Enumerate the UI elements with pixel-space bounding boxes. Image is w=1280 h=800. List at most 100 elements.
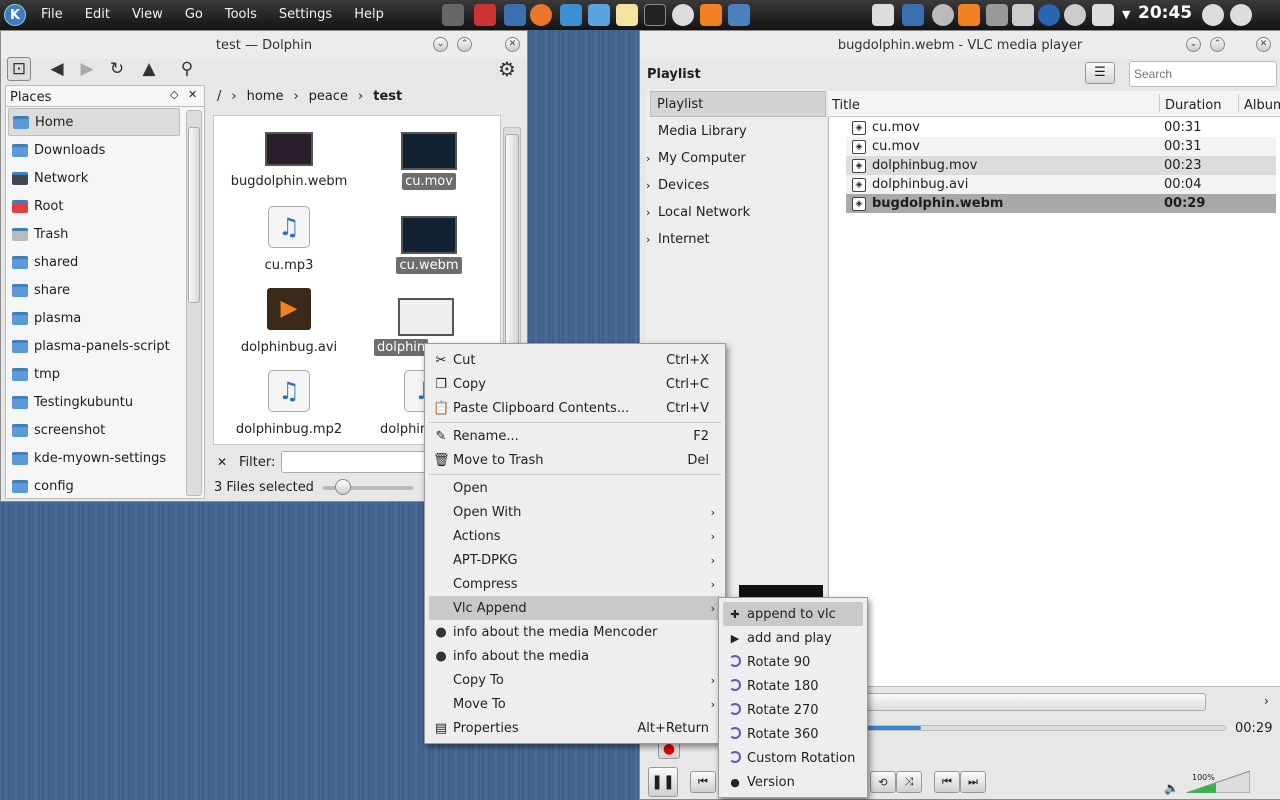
column-duration[interactable]: Duration bbox=[1165, 98, 1221, 113]
menu-tools[interactable]: Tools bbox=[214, 0, 268, 30]
skip-back-icon[interactable]: ⏮ bbox=[934, 771, 960, 793]
forward-icon[interactable]: ▶ bbox=[75, 57, 99, 81]
terminal-icon[interactable] bbox=[644, 4, 666, 26]
sidebar-item-downloads[interactable]: Downloads bbox=[8, 136, 180, 164]
sidebar-item-internet[interactable]: › Internet bbox=[646, 226, 822, 252]
vlc-tray-icon[interactable] bbox=[958, 4, 980, 26]
submenu-item-rotate-360[interactable]: Rotate 360 bbox=[723, 722, 863, 746]
kde-app-icon[interactable] bbox=[560, 4, 582, 26]
firefox-icon[interactable] bbox=[530, 4, 552, 26]
task-manager-icon[interactable] bbox=[902, 4, 924, 26]
usb-icon[interactable] bbox=[1064, 4, 1086, 26]
close-button[interactable]: ✕ bbox=[1256, 37, 1271, 52]
horizontal-scrollbar[interactable] bbox=[862, 693, 1206, 711]
context-menu-item-compress[interactable]: Compress › bbox=[429, 572, 721, 596]
context-menu-item-vlc-append[interactable]: Vlc Append › bbox=[429, 596, 721, 620]
breadcrumb-peace[interactable]: peace bbox=[309, 89, 348, 104]
places-scrollbar[interactable] bbox=[186, 110, 202, 496]
menu-edit[interactable]: Edit bbox=[74, 0, 121, 30]
back-icon[interactable]: ◀ bbox=[45, 57, 69, 81]
submenu-item-rotate-270[interactable]: Rotate 270 bbox=[723, 698, 863, 722]
context-menu-item-rename[interactable]: ✎ Rename... F2 bbox=[429, 424, 721, 448]
dolphin-titlebar[interactable]: test — Dolphin ⌄ ⌃ ✕ bbox=[1, 31, 527, 59]
file-item[interactable]: ▶ dolphinbug.avi bbox=[214, 288, 364, 355]
submenu-item-rotate-90[interactable]: Rotate 90 bbox=[723, 650, 863, 674]
maximize-button[interactable]: ⌃ bbox=[1210, 37, 1225, 52]
speaker-icon[interactable]: 🔈 bbox=[1164, 781, 1179, 795]
context-menu-item-move-to-trash[interactable]: 🗑 Move to Trash Del bbox=[429, 448, 721, 472]
submenu-item-add-and-play[interactable]: ▶ add and play bbox=[723, 626, 863, 650]
sidebar-item-plasma[interactable]: plasma bbox=[8, 304, 180, 332]
kde-menu-button[interactable]: K bbox=[0, 0, 30, 30]
table-row[interactable]: ◈ cu.mov 00:31 bbox=[846, 137, 1276, 156]
menu-settings[interactable]: Settings bbox=[268, 0, 343, 30]
sidebar-item-shared[interactable]: shared bbox=[8, 248, 180, 276]
context-menu-item-copy[interactable]: ❐ Copy Ctrl+C bbox=[429, 372, 721, 396]
menu-file[interactable]: File bbox=[30, 0, 74, 30]
menu-go[interactable]: Go bbox=[174, 0, 214, 30]
vlc-titlebar[interactable]: bugdolphin.webm - VLC media player ⌄ ⌃ ✕ bbox=[640, 31, 1280, 59]
sidebar-item-network[interactable]: Network bbox=[8, 164, 180, 192]
monitor-icon[interactable] bbox=[1012, 4, 1034, 26]
sidebar-item-share[interactable]: share bbox=[8, 276, 180, 304]
places-close-icon[interactable]: ✕ bbox=[188, 88, 197, 101]
sidebar-item-playlist[interactable]: Playlist bbox=[650, 91, 826, 117]
sidebar-item-plasma-panels-script[interactable]: plasma-panels-script bbox=[8, 332, 180, 360]
notes-icon[interactable] bbox=[616, 4, 638, 26]
skip-forward-icon[interactable]: ⏭ bbox=[960, 771, 986, 793]
submenu-item-version[interactable]: ● Version bbox=[723, 770, 863, 794]
minimize-button[interactable]: ⌄ bbox=[433, 37, 448, 52]
playlist-view-menu-icon[interactable]: ☰ bbox=[1085, 62, 1115, 84]
table-row[interactable]: ◈ cu.mov 00:31 bbox=[846, 118, 1276, 137]
tools-icon[interactable] bbox=[728, 4, 750, 26]
volume-tray-icon[interactable] bbox=[986, 4, 1008, 26]
column-title[interactable]: Title bbox=[832, 98, 860, 113]
table-row[interactable]: ◈ dolphinbug.mov 00:23 bbox=[846, 156, 1276, 175]
gear-icon[interactable]: ⚙ bbox=[495, 57, 519, 81]
dolphin-icon[interactable] bbox=[588, 4, 610, 26]
sidebar-item-home[interactable]: Home bbox=[8, 108, 180, 136]
sidebar-item-trash[interactable]: Trash bbox=[8, 220, 180, 248]
sidebar-item-devices[interactable]: › Devices bbox=[646, 172, 822, 198]
zoom-slider-handle[interactable] bbox=[335, 479, 351, 495]
battery-icon[interactable] bbox=[1092, 4, 1114, 26]
submenu-item-rotate-180[interactable]: Rotate 180 bbox=[723, 674, 863, 698]
reload-icon[interactable]: ↻ bbox=[105, 57, 129, 81]
power-icon[interactable] bbox=[1230, 4, 1252, 26]
device-icon[interactable] bbox=[442, 4, 464, 26]
context-menu-item-open[interactable]: Open bbox=[429, 476, 721, 500]
submenu-item-custom-rotation[interactable]: Custom Rotation bbox=[723, 746, 863, 770]
sidebar-item-root[interactable]: Root bbox=[8, 192, 180, 220]
sidebar-item-media-library[interactable]: Media Library bbox=[656, 118, 832, 144]
search-icon[interactable]: ⚲ bbox=[175, 57, 199, 81]
sidebar-item-kde-myown-settings[interactable]: kde-myown-settings bbox=[8, 444, 180, 472]
previous-icon[interactable]: ⏮ bbox=[690, 771, 716, 793]
filter-input[interactable] bbox=[281, 451, 431, 473]
recycle-icon[interactable] bbox=[872, 4, 894, 26]
context-menu-item-apt-dpkg[interactable]: APT-DPKG › bbox=[429, 548, 721, 572]
places-float-icon[interactable]: ◇ bbox=[170, 88, 178, 101]
sidebar-item-local-network[interactable]: › Local Network bbox=[646, 199, 822, 225]
submenu-item-append-to-vlc[interactable]: ✚ append to vlc bbox=[723, 602, 863, 626]
clock[interactable]: 20:45 bbox=[1138, 3, 1192, 23]
context-menu-item-copy-to[interactable]: Copy To › bbox=[429, 668, 721, 692]
menu-help[interactable]: Help bbox=[343, 0, 395, 30]
places-toggle-icon[interactable]: ⊡ bbox=[7, 57, 31, 81]
context-menu-item-actions[interactable]: Actions › bbox=[429, 524, 721, 548]
context-menu-item-properties[interactable]: ▤ Properties Alt+Return bbox=[429, 716, 721, 740]
system-settings-icon[interactable] bbox=[504, 4, 526, 26]
table-row[interactable]: ◈ bugdolphin.webm 00:29 bbox=[846, 194, 1276, 213]
places-scroll-thumb[interactable] bbox=[188, 127, 200, 303]
breadcrumb-test[interactable]: test bbox=[373, 89, 402, 104]
breadcrumb-home[interactable]: home bbox=[247, 89, 284, 104]
breadcrumb-root[interactable]: / bbox=[217, 89, 221, 104]
loop-icon[interactable]: ⟲ bbox=[870, 771, 896, 793]
file-item[interactable]: bugdolphin.webm bbox=[214, 132, 364, 189]
context-menu-item-paste-clipboard-contents[interactable]: 📋 Paste Clipboard Contents... Ctrl+V bbox=[429, 396, 721, 420]
sidebar-item-tmp[interactable]: tmp bbox=[8, 360, 180, 388]
tray-expand-icon[interactable]: ▼ bbox=[1122, 8, 1130, 21]
menu-view[interactable]: View bbox=[121, 0, 174, 30]
maximize-button[interactable]: ⌃ bbox=[457, 37, 472, 52]
sidebar-item-config[interactable]: config bbox=[8, 472, 180, 500]
user-icon[interactable] bbox=[1202, 4, 1224, 26]
